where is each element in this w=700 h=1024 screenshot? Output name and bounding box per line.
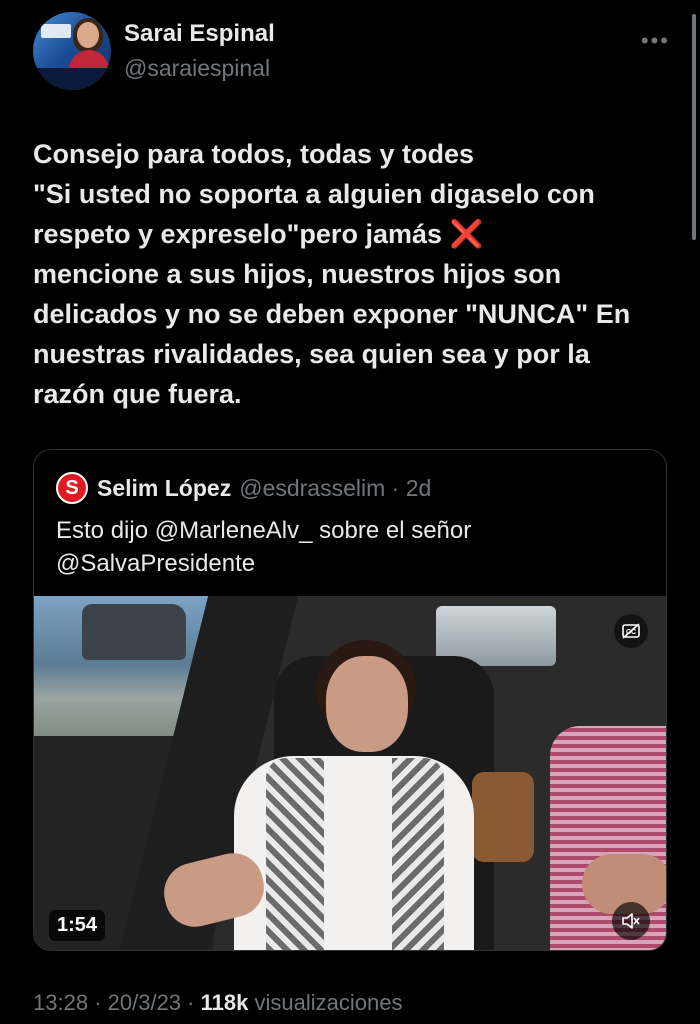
tweet-meta: 13:28 · 20/3/23 · 118k visualizaciones [33, 990, 402, 1016]
captions-icon[interactable]: CC [614, 614, 648, 648]
quoted-tweet[interactable]: S Selim López @esdrasselim · 2d Esto dij… [33, 449, 667, 951]
video-scene-vest-left [266, 758, 324, 950]
more-options-icon[interactable]: ••• [641, 28, 670, 54]
author-name[interactable]: Sarai Espinal [124, 20, 275, 48]
video-scene-bag [472, 772, 534, 862]
quoted-tweet-header: S Selim López @esdrasselim · 2d [56, 472, 431, 504]
views-count: 118k [200, 990, 249, 1015]
quoted-author-handle: @esdrasselim · 2d [239, 474, 432, 501]
video-scene-face [326, 656, 408, 752]
video-duration: 1:54 [49, 910, 106, 941]
quoted-author-name[interactable]: Selim López [97, 475, 231, 502]
tweet-text-part-1: Consejo para todos, todas y todes "Si us… [33, 139, 595, 249]
tweet-header: Sarai Espinal @saraiespinal ••• [33, 12, 670, 92]
meta-separator-2: · [187, 990, 195, 1015]
tweet-time[interactable]: 13:28 [33, 990, 88, 1015]
cross-mark-icon: ❌ [449, 219, 484, 249]
quoted-tweet-age: 2d [405, 474, 432, 501]
scrollbar[interactable] [692, 14, 696, 240]
avatar[interactable] [33, 12, 111, 90]
quoted-tweet-text: Esto dijo @MarleneAlv_ sobre el señor @S… [56, 517, 472, 577]
tweet-date[interactable]: 20/3/23 [108, 990, 181, 1015]
muted-speaker-icon[interactable] [612, 902, 650, 940]
tweet-text-part-2: mencione a sus hijos, nuestros hijos son… [33, 259, 631, 409]
tweet-text: Consejo para todos, todas y todes "Si us… [33, 134, 663, 414]
meta-separator: · [94, 990, 102, 1015]
author-handle[interactable]: @saraiespinal [124, 55, 270, 82]
video-scene-vest-right [392, 758, 444, 950]
quoted-avatar[interactable]: S [56, 472, 88, 504]
video-player[interactable]: CC 1:54 [34, 596, 666, 950]
views-label: visualizaciones [254, 990, 403, 1015]
